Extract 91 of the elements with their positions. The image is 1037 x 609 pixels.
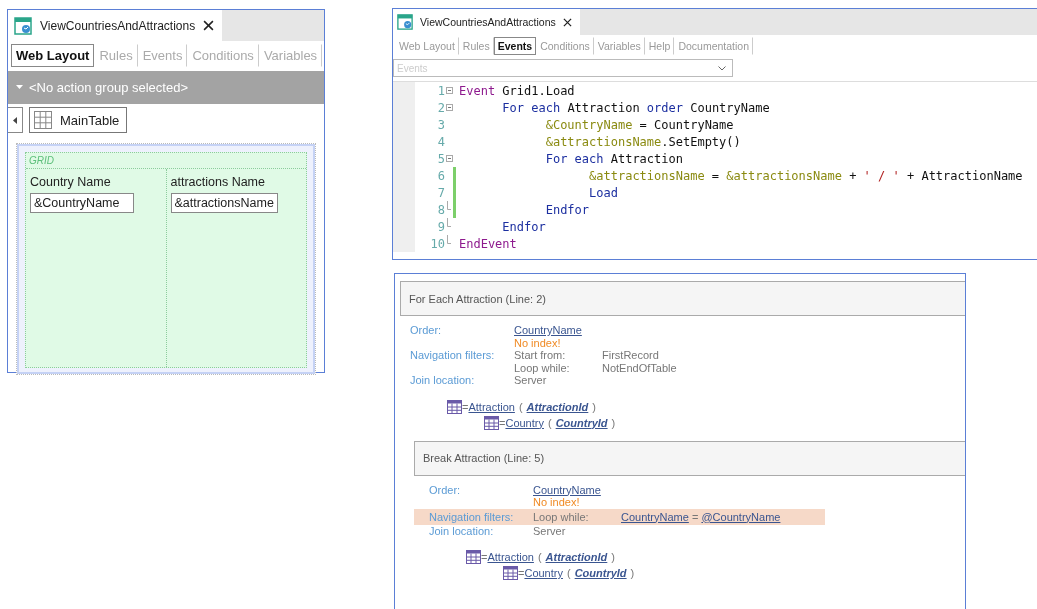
code-line: Endfor [501,219,546,234]
warning-text: No index! [533,496,580,509]
link[interactable]: Attraction [487,549,534,565]
field-label: Join location: [429,524,495,537]
document-title: ViewCountriesAndAttractions [40,18,196,33]
field-value: Start from: [514,349,567,362]
line-number: 5 [436,151,445,166]
chevron-down-icon [718,65,726,71]
paren: ) [592,399,596,415]
paren: ( [566,566,571,581]
collapse-icon[interactable] [445,104,453,111]
section-header: For Each Attraction (Line: 2) [400,281,965,316]
line-number: 7 [436,185,445,200]
table-icon [447,399,462,414]
section-header: Break Attraction (Line: 5) [414,440,965,476]
field-label: Order: [410,324,443,337]
code-line: For each Attraction order CountryName [501,100,770,115]
line-number: 2 [436,100,445,115]
line-number: 8 [436,202,445,217]
back-button[interactable] [8,107,23,133]
paren: ) [630,566,635,581]
field-value: Loop while: [514,361,571,374]
line-number: 1 [436,83,445,98]
code-line: Load [588,185,618,200]
action-group-label: <No action group selected> [29,80,188,95]
warning-text: No index! [514,336,561,349]
link[interactable]: @CountryName [701,510,781,523]
line-number: 6 [436,168,445,183]
link[interactable]: CountryId [574,565,627,581]
input-field[interactable]: &attractionsName [170,193,278,213]
paren: ) [611,550,615,565]
document-tab[interactable]: ViewCountriesAndAttractions [393,9,580,35]
line-number: 3 [436,117,445,132]
code-line: For each Attraction [544,151,683,166]
equals-sign: = [481,550,488,565]
field-label: Order: [429,483,462,496]
paren: ( [547,415,552,431]
code-line: &CountryName = CountryName [544,117,734,132]
main-table-button[interactable]: MainTable [29,107,128,133]
equals-sign: = [499,415,506,431]
link[interactable]: CountryName [621,510,689,523]
line-number: 9 [436,219,445,234]
link[interactable]: Country [505,414,544,431]
link[interactable]: Attraction [468,398,515,415]
field-value: NotEndOfTable [602,361,677,374]
code-line: Endfor [544,202,590,217]
equals-sign: = [462,399,469,415]
code-line: Event Grid1.Load [459,83,575,98]
table-icon [466,550,481,564]
code-line: &attractionsName = &attractionsName + ' / ' + AttractionName [588,168,1023,183]
paren: ( [518,399,523,415]
collapse-icon[interactable] [445,87,453,94]
operator: = [690,510,700,523]
link[interactable]: CountryId [555,414,608,431]
link[interactable]: CountryName [533,483,601,496]
close-icon[interactable] [562,17,572,27]
form-icon [397,14,413,30]
document-tab[interactable]: ViewCountriesAndAttractions [8,10,223,41]
table-icon [34,111,52,129]
link[interactable]: AttractionId [526,398,589,415]
input-field[interactable]: &CountryName [30,193,134,213]
link[interactable]: AttractionId [545,549,608,565]
column-header: attractions Name [170,175,266,189]
line-number: 4 [436,134,445,149]
field-label: Navigation filters: [429,509,515,525]
form-icon [14,16,32,35]
paren: ( [537,550,542,565]
tab[interactable]: Events [493,37,537,55]
code-line: EndEvent [459,236,517,251]
field-value: Server [533,524,566,537]
table-icon [503,566,518,580]
equals-sign: = [518,566,525,581]
paren: ) [611,415,616,431]
table-icon [484,415,499,430]
tab[interactable]: Web Layout [11,44,95,67]
link[interactable]: CountryName [514,324,582,337]
link[interactable]: Country [524,565,563,581]
left-arrow-icon [13,116,17,124]
line-number: 10 [429,236,445,251]
column-header: Country Name [30,175,112,189]
field-value: Server [514,374,547,387]
grid-label: GRID [28,154,55,168]
field-value: Loop while: [533,509,590,525]
field-value: FirstRecord [602,349,659,362]
field-label: Navigation filters: [410,349,496,362]
field-label: Join location: [410,374,476,387]
caret-icon [16,85,23,90]
collapse-icon[interactable] [445,155,453,162]
close-icon[interactable] [203,20,215,31]
code-line: &attractionsName.SetEmpty() [544,134,741,149]
document-title: ViewCountriesAndAttractions [420,16,556,28]
